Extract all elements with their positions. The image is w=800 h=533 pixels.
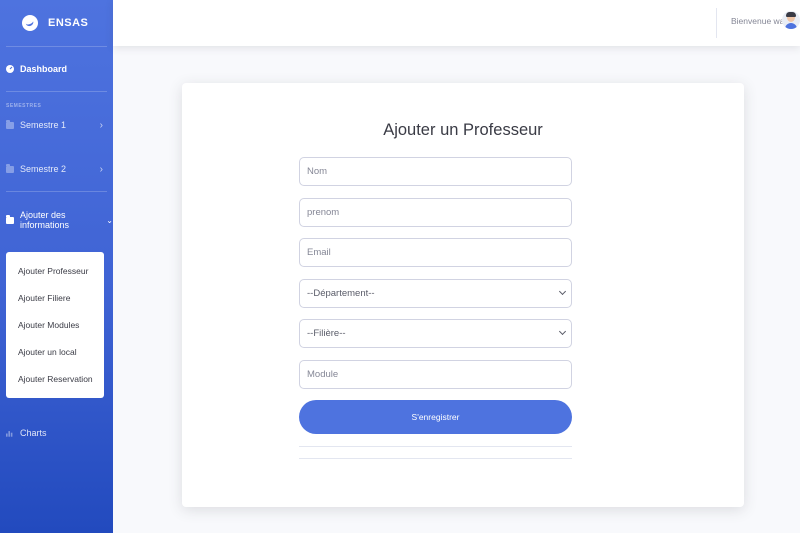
brand-name: ENSAS	[48, 17, 89, 29]
sidebar-item-label: Charts	[20, 428, 47, 438]
sidebar-item-charts[interactable]: Charts	[0, 426, 47, 440]
folder-icon	[6, 163, 14, 173]
sidebar-divider	[6, 191, 107, 192]
chevron-right-icon: ›	[99, 119, 103, 131]
submenu-item-ajouter-reservation[interactable]: Ajouter Reservation	[6, 370, 104, 397]
form-divider	[299, 458, 572, 459]
filiere-selected-value: --Filière--	[307, 328, 346, 339]
chevron-down-icon	[558, 287, 567, 296]
departement-selected-value: --Département--	[307, 288, 375, 299]
sidebar-item-semestre-2[interactable]: Semestre 2 ›	[0, 147, 113, 191]
nom-input[interactable]	[307, 166, 571, 177]
smile-logo-icon	[22, 15, 38, 31]
dashboard-icon	[6, 65, 14, 73]
sidebar-item-label: Dashboard	[20, 64, 68, 74]
sidebar-item-label: Semestre 1	[20, 120, 67, 130]
chevron-down-icon: ⌄	[106, 215, 113, 225]
filiere-select[interactable]: --Filière--	[299, 319, 572, 348]
submenu-item-ajouter-local[interactable]: Ajouter un local	[6, 343, 104, 370]
avatar-body	[785, 23, 797, 29]
register-button[interactable]: S'enregistrer	[299, 400, 572, 434]
sidebar-item-label: Ajouter des informations	[20, 210, 70, 230]
prenom-input[interactable]	[307, 207, 571, 218]
email-input[interactable]	[307, 247, 571, 258]
email-field[interactable]	[299, 238, 572, 267]
page-title: Ajouter un Professeur	[383, 121, 543, 139]
submenu-item-ajouter-professeur[interactable]: Ajouter Professeur	[6, 262, 104, 289]
brand[interactable]: ENSAS	[0, 0, 113, 46]
chevron-down-icon	[558, 327, 567, 336]
module-field[interactable]	[299, 360, 572, 389]
module-input[interactable]	[307, 369, 571, 380]
form-card: Ajouter un Professeur --Département-- --…	[182, 83, 744, 507]
sidebar-item-semestre-1[interactable]: Semestre 1 ›	[0, 106, 113, 144]
sidebar-divider	[6, 91, 107, 92]
departement-select[interactable]: --Département--	[299, 279, 572, 308]
form-divider	[299, 446, 572, 447]
submenu-item-ajouter-modules[interactable]: Ajouter Modules	[6, 316, 104, 343]
sidebar-item-dashboard[interactable]: Dashboard	[0, 47, 113, 91]
sidebar-item-label: Semestre 2	[20, 164, 67, 174]
folder-icon	[6, 119, 14, 129]
chart-bar-icon	[6, 430, 13, 437]
avatar[interactable]	[782, 11, 800, 29]
nom-field[interactable]	[299, 157, 572, 186]
prenom-field[interactable]	[299, 198, 572, 227]
sidebar-item-ajouter-informations[interactable]: Ajouter des informations ⌄	[0, 198, 113, 242]
sidebar: ENSAS Dashboard SEMESTRES Semestre 1 › S…	[0, 0, 113, 533]
topbar: Bienvenue walid	[113, 0, 800, 46]
collapse-menu: Ajouter Professeur Ajouter Filiere Ajout…	[6, 252, 104, 398]
topbar-divider	[716, 8, 717, 38]
chevron-right-icon: ›	[99, 163, 103, 175]
submenu-item-ajouter-filiere[interactable]: Ajouter Filiere	[6, 289, 104, 316]
avatar-hair	[786, 12, 796, 17]
folder-open-icon	[6, 214, 14, 224]
